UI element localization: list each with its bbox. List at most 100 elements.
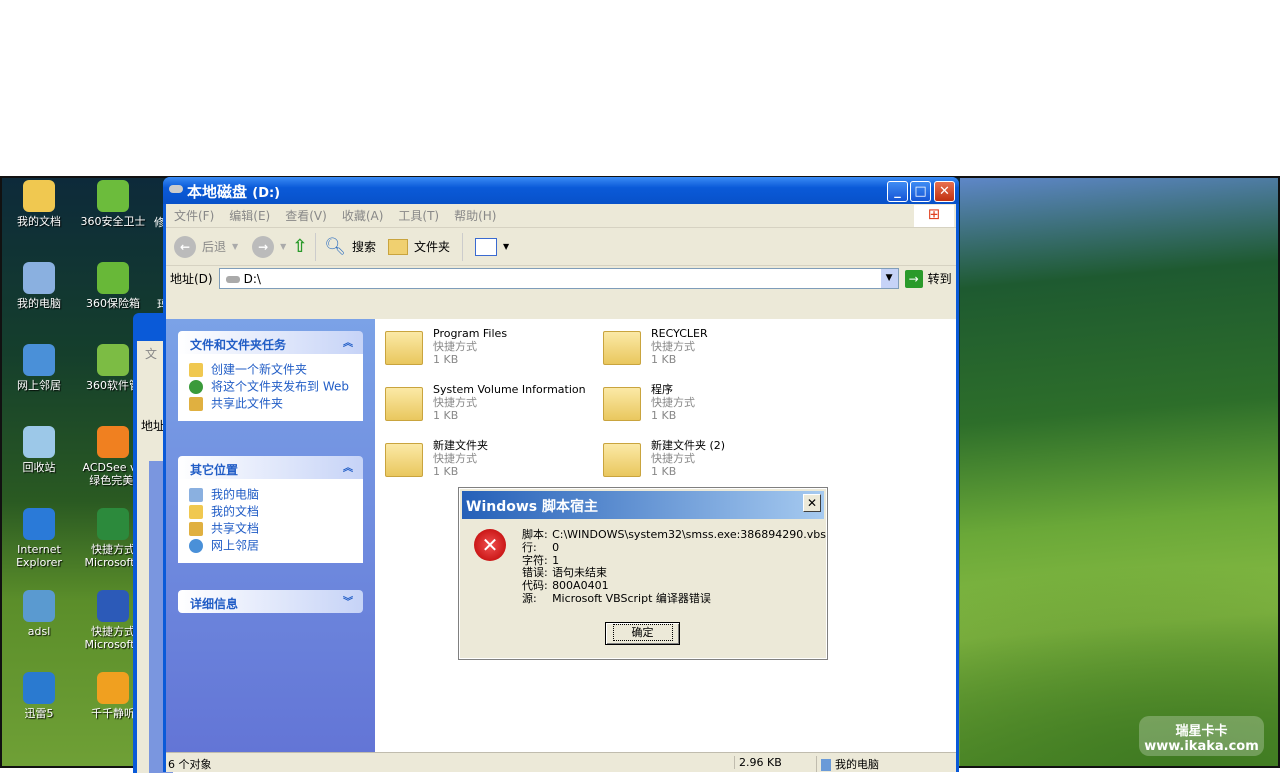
file-type: 快捷方式	[433, 340, 477, 353]
search-icon: 🔍︎	[324, 236, 347, 257]
desktop-icon-label: 360保险箱	[86, 297, 140, 310]
back-icon[interactable]: ←	[174, 235, 196, 258]
desktop-icon-label: 网上邻居	[17, 379, 61, 392]
folder-shortcut-icon	[603, 331, 641, 365]
menu-favorites[interactable]: 收藏(A)	[342, 207, 384, 224]
go-button[interactable]: 转到	[928, 270, 952, 287]
file-size: 1 KB	[433, 465, 459, 478]
folder-shortcut-icon	[385, 331, 423, 365]
dialog-title-bar[interactable]: Windows 脚本宿主 ✕	[462, 491, 824, 519]
file-item[interactable]: RECYCLER 快捷方式 1 KB	[603, 327, 813, 379]
desktop-icon[interactable]: 网上邻居	[4, 344, 74, 392]
address-dropdown[interactable]: ▼	[880, 269, 898, 288]
minimize-button[interactable]: _	[887, 181, 908, 202]
desktop-icon-label: 我的电脑	[17, 297, 61, 310]
title-bar[interactable]: 本地磁盘 (D:) _ □ ✕	[163, 177, 959, 204]
file-item[interactable]: 新建文件夹 (2) 快捷方式 1 KB	[603, 439, 813, 491]
status-bar: 6 个对象 2.96 KB 我的电脑	[166, 752, 956, 772]
search-button[interactable]: 搜索	[352, 238, 376, 255]
desktop-icon-image	[97, 672, 129, 704]
desktop-icon[interactable]: 回收站	[4, 426, 74, 474]
status-count: 6 个对象	[168, 758, 212, 771]
desktop-icon-image	[23, 180, 55, 212]
desktop-icon-image	[97, 426, 129, 458]
watermark: 瑞星卡卡 www.ikaka.com	[1139, 716, 1264, 756]
file-tasks-header[interactable]: 文件和文件夹任务 ︽	[178, 331, 363, 354]
file-item[interactable]: System Volume Information 快捷方式 1 KB	[385, 383, 595, 435]
address-bar: 地址(D) D:\ ▼ → 转到	[166, 266, 956, 291]
file-type: 快捷方式	[433, 396, 477, 409]
error-key: 脚本:	[522, 528, 548, 541]
up-folder-icon[interactable]: ⇧	[292, 236, 307, 257]
desktop-icon-image	[97, 180, 129, 212]
menu-view[interactable]: 查看(V)	[285, 207, 327, 224]
folder-shortcut-icon	[385, 443, 423, 477]
desktop-icon-image	[23, 508, 55, 540]
drive-icon	[169, 185, 183, 193]
folders-icon	[388, 238, 409, 255]
file-name: 程序	[651, 383, 673, 396]
desktop-icon[interactable]: Internet Explorer	[4, 508, 74, 569]
desktop-icon-image	[23, 344, 55, 376]
place-shared-documents[interactable]: 共享文档	[189, 522, 352, 536]
window-title: 本地磁盘	[187, 183, 248, 201]
task-new-folder[interactable]: 创建一个新文件夹	[189, 363, 352, 377]
menu-edit[interactable]: 编辑(E)	[229, 207, 270, 224]
file-name: RECYCLER	[651, 327, 708, 340]
views-button[interactable]	[475, 237, 498, 256]
desktop-icon-label: 迅雷5	[24, 707, 54, 720]
folder-shortcut-icon	[603, 443, 641, 477]
file-name: Program Files	[433, 327, 508, 340]
place-my-documents[interactable]: 我的文档	[189, 505, 352, 519]
ok-button[interactable]: 确定	[605, 622, 680, 645]
file-item[interactable]: Program Files 快捷方式 1 KB	[385, 327, 595, 379]
menu-tools[interactable]: 工具(T)	[398, 207, 439, 224]
file-item[interactable]: 新建文件夹 快捷方式 1 KB	[385, 439, 595, 491]
other-places-header[interactable]: 其它位置 ︽	[178, 456, 363, 479]
desktop-icon[interactable]: 我的电脑	[4, 262, 74, 310]
desktop-icon-image	[97, 344, 129, 376]
dialog-title: Windows 脚本宿主	[466, 499, 598, 515]
error-details: 脚本: C:\WINDOWS\system32\smss.exe:38689429…	[522, 528, 826, 606]
task-publish-web[interactable]: 将这个文件夹发布到 Web	[189, 380, 352, 394]
desktop-icon-image	[97, 508, 129, 540]
place-my-computer[interactable]: 我的电脑	[189, 488, 352, 502]
forward-button[interactable]: →	[252, 235, 275, 258]
menu-file[interactable]: 文件(F)	[174, 207, 214, 224]
desktop-wallpaper	[960, 178, 1278, 766]
file-type: 快捷方式	[651, 396, 695, 409]
dialog-close-button[interactable]: ✕	[803, 494, 821, 512]
drive-icon	[225, 276, 240, 283]
windows-logo-icon: ⊞	[914, 204, 954, 227]
desktop-icon[interactable]: 我的文档	[4, 180, 74, 228]
file-name: System Volume Information	[433, 383, 586, 396]
desktop-icon-label: Internet Explorer	[16, 543, 62, 569]
folders-button[interactable]: 文件夹	[414, 238, 450, 255]
status-size: 2.96 KB	[734, 756, 782, 769]
file-item[interactable]: 程序 快捷方式 1 KB	[603, 383, 813, 435]
desktop-icon[interactable]: 迅雷5	[4, 672, 74, 720]
details-header[interactable]: 详细信息 ︾	[178, 590, 363, 613]
desktop-icon[interactable]: adsl	[4, 590, 74, 638]
address-input[interactable]: D:\ ▼	[218, 268, 899, 289]
toolbar: ← 后退 ▼ → ▼ ⇧ 🔍︎ 搜索 文件夹 ▼	[166, 228, 956, 266]
desktop-icon[interactable]: 360安全卫士	[78, 180, 148, 228]
other-places-panel: 其它位置 ︽ 我的电脑 我的文档 共享文档 网上邻居	[178, 456, 363, 563]
back-button[interactable]: 后退	[202, 238, 226, 255]
details-panel: 详细信息 ︾	[178, 590, 363, 613]
place-network[interactable]: 网上邻居	[189, 539, 352, 553]
status-location: 我的电脑	[835, 758, 879, 771]
error-value: 0	[552, 540, 560, 554]
task-pane: 文件和文件夹任务 ︽ 创建一个新文件夹 将这个文件夹发布到 Web 共享此文件夹 …	[166, 319, 375, 752]
go-arrow-icon[interactable]: →	[904, 269, 923, 288]
task-share-folder[interactable]: 共享此文件夹	[189, 397, 352, 411]
desktop-icon[interactable]: 360保险箱	[78, 262, 148, 310]
error-row: 行: 0	[522, 540, 826, 555]
file-size: 1 KB	[433, 353, 459, 366]
close-button[interactable]: ✕	[934, 181, 955, 202]
script-host-error-dialog: Windows 脚本宿主 ✕ ✕ 脚本: C:\WINDOWS\system32\s…	[458, 487, 828, 660]
menu-help[interactable]: 帮助(H)	[454, 207, 496, 224]
error-value: C:\WINDOWS\system32\smss.exe:386894290.v…	[552, 528, 826, 541]
file-type: 快捷方式	[651, 452, 695, 465]
maximize-button[interactable]: □	[910, 181, 931, 202]
